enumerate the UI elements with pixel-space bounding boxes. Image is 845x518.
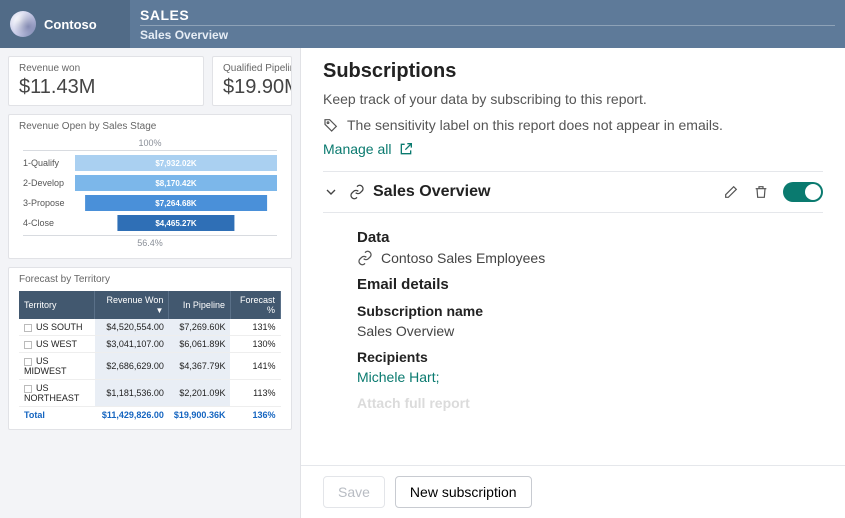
kpi-qualified-pipeline[interactable]: Qualified Pipeline $19.90M: [212, 56, 292, 106]
chart-bar-label: 4-Close: [23, 218, 75, 228]
chart-revenue-open[interactable]: Revenue Open by Sales Stage 100% 1-Quali…: [8, 114, 292, 259]
chart-bar-fill: $8,170.42K: [75, 175, 277, 191]
table-title: Forecast by Territory: [19, 274, 281, 285]
sort-desc-icon: ▼: [155, 306, 163, 315]
table-total-row: Total$11,429,826.00$19,900.36K136%: [19, 407, 281, 424]
report-canvas: Revenue won $11.43M Qualified Pipeline $…: [0, 48, 300, 518]
subscription-header: Sales Overview: [323, 171, 823, 213]
kpi-revenue-won[interactable]: Revenue won $11.43M: [8, 56, 204, 106]
subscriptions-panel: Subscriptions Keep track of your data by…: [300, 48, 845, 518]
kpi-label: Revenue won: [19, 63, 193, 74]
table-forecast[interactable]: Forecast by Territory Territory Revenue …: [8, 267, 292, 430]
section-subtitle: Sales Overview: [140, 25, 835, 42]
chart-bar-label: 3-Propose: [23, 198, 75, 208]
chart-bar-label: 1-Qualify: [23, 158, 75, 168]
col-in-pipeline[interactable]: In Pipeline: [169, 291, 231, 319]
brand-logo-icon: [10, 11, 36, 37]
chart-bar-fill: $7,932.02K: [75, 155, 277, 171]
chart-bar-row: 2-Develop$8,170.42K: [23, 175, 277, 191]
email-details-header: Email details: [357, 276, 823, 293]
edit-icon[interactable]: [723, 184, 739, 200]
row-checkbox[interactable]: [24, 324, 32, 332]
chart-bar-fill: $4,465.27K: [117, 215, 234, 231]
col-forecast-pct[interactable]: Forecast %: [230, 291, 280, 319]
save-button[interactable]: Save: [323, 476, 385, 508]
open-external-icon: [398, 141, 414, 157]
link-icon: [357, 250, 373, 266]
subscription-details: Data Contoso Sales Employees Email detai…: [323, 213, 823, 411]
link-icon: [349, 184, 365, 200]
panel-title: Subscriptions: [323, 60, 823, 83]
top-bar: Contoso SALES Sales Overview: [0, 0, 845, 48]
row-checkbox[interactable]: [24, 358, 32, 366]
chart-bottom-pct: 56.4%: [23, 235, 277, 248]
delete-icon[interactable]: [753, 184, 769, 200]
brand-cell: Contoso: [0, 0, 130, 48]
chart-bar-row: 3-Propose $7,264.68K: [23, 195, 277, 211]
col-revenue-won[interactable]: Revenue Won▼: [95, 291, 169, 319]
recipients-label: Recipients: [357, 349, 823, 365]
subscription-toggle[interactable]: [783, 182, 823, 202]
panel-desc: Keep track of your data by subscribing t…: [323, 91, 823, 107]
app-title-cell: SALES Sales Overview: [130, 0, 845, 48]
chart-top-pct: 100%: [23, 138, 277, 151]
table-row[interactable]: US MIDWEST$2,686,629.00$4,367.79K141%: [19, 353, 281, 380]
subscription-title: Sales Overview: [373, 183, 490, 201]
kpi-value: $11.43M: [19, 76, 193, 99]
kpi-value: $19.90M: [223, 76, 281, 99]
chart-title: Revenue Open by Sales Stage: [19, 121, 281, 132]
chevron-down-icon[interactable]: [323, 184, 339, 200]
section-title: SALES: [140, 7, 835, 23]
table-row[interactable]: US NORTHEAST$1,181,536.00$2,201.09K113%: [19, 380, 281, 407]
new-subscription-button[interactable]: New subscription: [395, 476, 532, 508]
chart-bar-label: 2-Develop: [23, 178, 75, 188]
manage-all-link[interactable]: Manage all: [323, 141, 414, 157]
chart-bar-row: 4-Close $4,465.27K: [23, 215, 277, 231]
subscription-name-label: Subscription name: [357, 303, 823, 319]
recipients-value: Michele Hart;: [357, 369, 823, 385]
data-source: Contoso Sales Employees: [381, 250, 545, 266]
brand-name: Contoso: [44, 17, 97, 32]
kpi-label: Qualified Pipeline: [223, 63, 281, 74]
chart-bar-fill: $7,264.68K: [85, 195, 267, 211]
table-row[interactable]: US WEST$3,041,107.00$6,061.89K130%: [19, 336, 281, 353]
sensitivity-notice: The sensitivity label on this report doe…: [323, 117, 823, 133]
row-checkbox[interactable]: [24, 341, 32, 349]
col-territory[interactable]: Territory: [19, 291, 95, 319]
data-header: Data: [357, 229, 823, 246]
chart-bar-row: 1-Qualify$7,932.02K: [23, 155, 277, 171]
tag-icon: [323, 117, 339, 133]
subscription-name-value: Sales Overview: [357, 323, 823, 339]
row-checkbox[interactable]: [24, 385, 32, 393]
table-row[interactable]: US SOUTH$4,520,554.00$7,269.60K131%: [19, 319, 281, 336]
attach-full-report-label: Attach full report: [357, 395, 823, 411]
panel-footer: Save New subscription: [301, 465, 845, 518]
